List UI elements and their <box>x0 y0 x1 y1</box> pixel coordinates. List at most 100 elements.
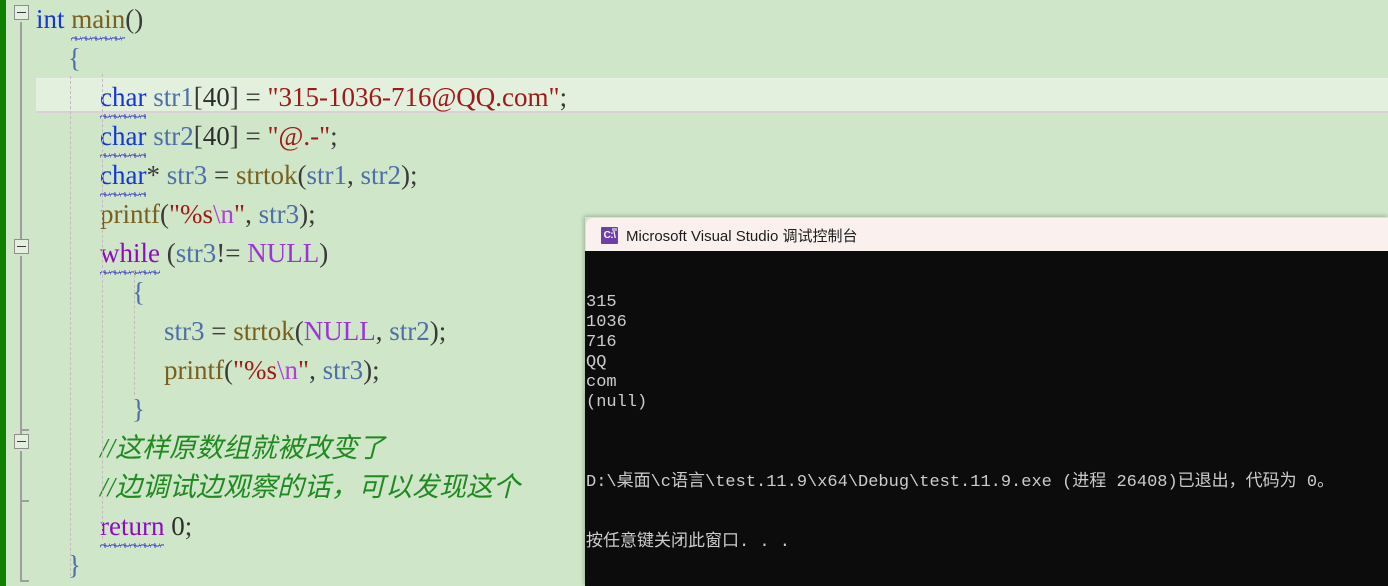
code-token: str3 <box>258 199 300 229</box>
console-line: QQ <box>586 353 607 372</box>
code-token: = <box>204 316 234 346</box>
code-token: str3 <box>166 160 208 190</box>
code-line: { <box>36 39 567 78</box>
console-titlebar[interactable]: C:\ Microsoft Visual Studio 调试控制台 <box>585 217 1388 251</box>
code-line: int main() <box>36 0 567 39</box>
code-text[interactable]: int main(){char str1[40] = "315-1036-716… <box>36 0 567 585</box>
code-token: //这样原数组就被改变了 <box>100 433 386 463</box>
code-token: str2 <box>153 121 194 151</box>
code-token: , <box>309 355 323 385</box>
code-token: str3 <box>164 316 205 346</box>
code-token: char <box>100 121 147 151</box>
code-token: "@.-" <box>267 121 331 151</box>
code-token: printf <box>164 355 224 385</box>
code-token: str3 <box>322 355 364 385</box>
code-line: printf("%s\n", str3); <box>36 351 567 390</box>
outlining-connector <box>20 451 22 581</box>
console-line: (null) <box>586 393 648 412</box>
console-line: 716 <box>586 333 617 352</box>
code-token: != <box>216 238 248 268</box>
outlining-end-tick <box>20 580 29 582</box>
code-token: ] = <box>229 82 268 112</box>
code-token: str1 <box>153 82 194 112</box>
code-token: [ <box>193 82 203 112</box>
code-token: " <box>234 199 246 229</box>
code-line: printf("%s\n", str3); <box>36 195 567 234</box>
code-token: NULL <box>247 238 320 268</box>
code-line: while (str3!= NULL) <box>36 234 567 273</box>
code-line: } <box>36 390 567 429</box>
code-token: [ <box>193 121 203 151</box>
code-token: char <box>100 82 147 112</box>
code-token: ) <box>319 238 329 268</box>
code-token: () <box>125 4 144 34</box>
fold-toggle-main[interactable] <box>14 5 29 20</box>
code-token: ); <box>400 160 418 190</box>
code-token: , <box>245 199 259 229</box>
console-title: Microsoft Visual Studio 调试控制台 <box>626 228 858 245</box>
outlining-end-tick <box>20 500 29 502</box>
code-token: "%s <box>169 199 214 229</box>
code-line: char str2[40] = "@.-"; <box>36 117 567 156</box>
code-token: int <box>36 4 65 34</box>
code-line: str3 = strtok(NULL, str2); <box>36 312 567 351</box>
code-token: " <box>298 355 310 385</box>
code-token: "%s <box>233 355 278 385</box>
console-output-lines: 315 1036 716 QQ com (null) <box>586 293 1388 413</box>
code-token: str3 <box>175 238 217 268</box>
code-token: str1 <box>306 160 347 190</box>
fold-toggle-comment-block[interactable] <box>14 434 29 449</box>
code-token: NULL <box>303 316 376 346</box>
code-token: } <box>132 394 145 424</box>
outlining-connector <box>20 22 22 239</box>
code-token: \n <box>277 355 299 385</box>
code-token: 0 <box>171 511 185 541</box>
console-line: 1036 <box>586 313 627 332</box>
code-line: //这样原数组就被改变了 <box>36 429 567 468</box>
code-token: ); <box>429 316 447 346</box>
code-token: //边调试边观察的话，可以发现这个 <box>100 472 521 502</box>
console-output[interactable]: 315 1036 716 QQ com (null) D:\桌面\c语言\test.11.… <box>585 251 1388 586</box>
indent-guide <box>102 74 104 539</box>
console-line: 315 <box>586 293 617 312</box>
code-token: \n <box>213 199 235 229</box>
console-prompt-line: 按任意键关闭此窗口. . . <box>586 533 791 552</box>
debug-console-window[interactable]: C:\ Microsoft Visual Studio 调试控制台 315 103… <box>585 217 1388 586</box>
code-token: ); <box>299 199 316 229</box>
code-token: ] = <box>229 121 268 151</box>
code-token: ( <box>294 316 304 346</box>
code-token: char <box>100 160 147 190</box>
fold-toggle-while[interactable] <box>14 239 29 254</box>
code-token: ; <box>184 511 193 541</box>
code-token: { <box>68 43 81 73</box>
code-token: strtok <box>233 316 295 346</box>
code-token: return <box>100 511 165 541</box>
console-exit-line: D:\桌面\c语言\test.11.9\x64\Debug\test.11.9.… <box>586 473 1335 492</box>
code-token: ( <box>160 238 176 268</box>
code-token: * <box>146 160 167 190</box>
code-token: ( <box>224 355 233 385</box>
code-line: char str1[40] = "315-1036-716@QQ.com"; <box>36 78 567 117</box>
outlining-end-tick <box>20 429 29 431</box>
code-token: = <box>207 160 236 190</box>
code-line: char* str3 = strtok(str1, str2); <box>36 156 567 195</box>
code-token: ; <box>559 82 568 112</box>
code-token: strtok <box>235 160 298 190</box>
code-token: ( <box>160 199 169 229</box>
outlining-gutter[interactable] <box>6 0 38 586</box>
code-token: str2 <box>360 160 401 190</box>
code-token: ; <box>330 121 338 151</box>
code-token: str2 <box>389 316 430 346</box>
code-token: main <box>71 4 126 34</box>
cmd-icon-glyph: C:\ <box>603 230 616 241</box>
console-line: com <box>586 373 617 392</box>
code-line: return 0; <box>36 507 567 546</box>
code-line: } <box>36 546 567 585</box>
code-token: while <box>100 238 160 268</box>
indent-guide <box>70 76 72 576</box>
code-token: "315-1036-716@QQ.com" <box>267 82 560 112</box>
code-line: { <box>36 273 567 312</box>
code-token: , <box>346 160 361 190</box>
cmd-icon: C:\ <box>601 227 618 244</box>
code-line: //边调试边观察的话，可以发现这个 <box>36 468 567 507</box>
